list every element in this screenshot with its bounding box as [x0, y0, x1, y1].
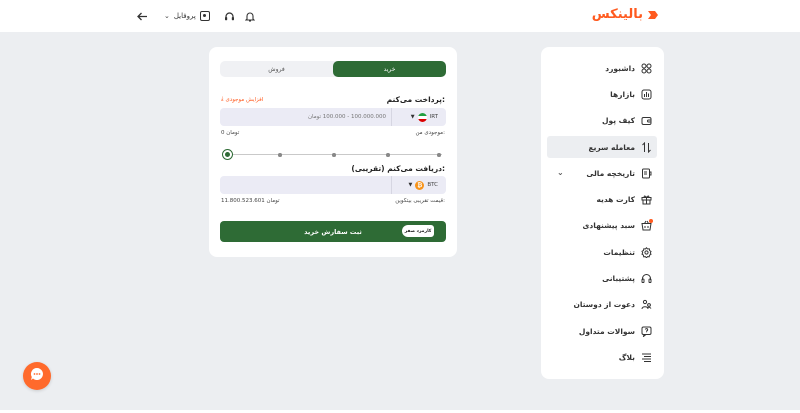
pay-currency-select[interactable]: ▼ IRT — [391, 108, 446, 126]
approx-price-label: قیمت تقریبی بیتکوین: — [395, 198, 445, 204]
top-actions: ⌄ پروفایل — [134, 8, 258, 24]
back-arrow-icon[interactable] — [134, 8, 150, 24]
sidebar-item-label: پشتیبانی — [602, 273, 635, 283]
settings-icon — [641, 246, 652, 258]
sidebar-item-quick-trade[interactable]: معامله سریع — [547, 136, 657, 158]
chat-icon — [29, 366, 45, 386]
headset-icon — [641, 273, 652, 284]
sidebar-item-settings[interactable]: تنظیمات — [547, 241, 657, 263]
sidebar-item-label: معامله سریع — [588, 142, 635, 152]
sidebar-item-wallet[interactable]: کیف پول — [547, 109, 657, 131]
headset-icon[interactable] — [222, 8, 238, 24]
trade-tabs: فروش خرید — [220, 61, 446, 77]
tab-sell[interactable]: فروش — [220, 61, 333, 77]
profile-label: پروفایل — [173, 12, 196, 20]
sidebar-item-suggested-basket[interactable]: سبد پیشنهادی — [547, 214, 657, 236]
profile-icon — [199, 11, 210, 21]
pay-amount-field: ▼ IRT — [220, 108, 446, 126]
caret-down-icon: ▼ — [408, 182, 413, 188]
bitcoin-icon: ₿ — [415, 180, 425, 190]
my-balance-label: موجودی من: — [415, 130, 445, 136]
zero-fee-badge: کارمزد صفر — [402, 225, 434, 237]
history-icon — [641, 168, 652, 179]
sidebar-item-label: بلاگ — [618, 352, 635, 362]
blog-icon — [641, 352, 652, 363]
receive-currency-select[interactable]: ▼ ₿ BTC — [391, 176, 446, 194]
sidebar-item-label: کیف پول — [602, 115, 635, 125]
sidebar-item-invite-friends[interactable]: دعوت از دوستان — [547, 293, 657, 315]
sidebar-item-label: تاریخچه مالی — [586, 168, 635, 178]
slider-knob[interactable] — [222, 149, 233, 160]
receive-label: دریافت می‌کنم (تقریبی): — [351, 164, 445, 173]
sidebar-item-support[interactable]: پشتیبانی — [547, 267, 657, 289]
slider-step[interactable] — [332, 153, 336, 157]
dashboard-icon — [641, 63, 652, 74]
quick-trade-card: فروش خرید پرداخت می‌کنم: ⤓ افزایش موجودی… — [209, 47, 457, 257]
sidebar-item-label: سوالات متداول — [578, 326, 635, 336]
chevron-down-icon: ⌄ — [164, 12, 170, 20]
top-bar: بالینکس ⌄ پروفایل — [0, 0, 800, 32]
pay-amount-input[interactable] — [226, 108, 386, 126]
my-balance-value: 0 تومان — [221, 130, 240, 136]
sidebar: داشبورد بازارها کیف پول معامله سریع ⌄ تا… — [541, 47, 664, 379]
sidebar-item-markets[interactable]: بازارها — [547, 83, 657, 105]
sidebar-item-gift-card[interactable]: کارت هدیه — [547, 188, 657, 210]
slider-step[interactable] — [437, 153, 441, 157]
sidebar-item-financial-history[interactable]: ⌄ تاریخچه مالی — [547, 162, 657, 184]
swap-icon — [641, 141, 652, 153]
sidebar-item-label: داشبورد — [605, 63, 635, 73]
markets-icon — [641, 89, 652, 100]
receive-amount-input[interactable] — [226, 176, 386, 194]
sidebar-item-faq[interactable]: سوالات متداول — [547, 320, 657, 342]
sidebar-item-blog[interactable]: بلاگ — [547, 346, 657, 368]
receive-amount-field: ▼ ₿ BTC — [220, 176, 446, 194]
increase-balance-text: افزایش موجودی — [225, 96, 264, 103]
invite-icon — [641, 299, 652, 310]
gift-icon — [641, 194, 652, 205]
slider-step[interactable] — [386, 153, 390, 157]
sidebar-item-label: بازارها — [610, 89, 635, 99]
iran-flag-icon — [417, 112, 427, 122]
pay-label: پرداخت می‌کنم: — [386, 95, 445, 104]
profile-menu[interactable]: ⌄ پروفایل — [164, 11, 210, 21]
logo-mark-icon — [646, 8, 662, 22]
sidebar-item-label: کارت هدیه — [596, 194, 635, 204]
logo-text: بالینکس — [591, 7, 643, 22]
notification-dot — [649, 218, 653, 223]
download-icon: ⤓ — [221, 96, 224, 102]
approx-price-value: 11.800.523.601 تومان — [221, 198, 280, 204]
slider-step[interactable] — [278, 153, 282, 157]
bell-icon[interactable] — [242, 8, 258, 24]
receive-currency-code: BTC — [427, 182, 438, 188]
sidebar-item-label: دعوت از دوستان — [573, 299, 636, 309]
caret-down-icon: ▼ — [410, 114, 415, 120]
increase-balance-link[interactable]: ⤓ افزایش موجودی — [221, 96, 263, 103]
chevron-down-icon[interactable]: ⌄ — [557, 168, 564, 177]
sidebar-item-label: سبد پیشنهادی — [582, 220, 635, 230]
pay-currency-code: IRT — [429, 114, 438, 120]
amount-slider[interactable] — [222, 149, 442, 160]
sidebar-item-dashboard[interactable]: داشبورد — [547, 57, 657, 79]
logo[interactable]: بالینکس — [592, 7, 662, 22]
basket-icon — [641, 218, 653, 231]
chat-support-button[interactable] — [23, 362, 51, 390]
wallet-icon — [641, 115, 652, 126]
sidebar-item-label: تنظیمات — [603, 247, 635, 257]
faq-icon — [641, 326, 652, 337]
tab-buy[interactable]: خرید — [333, 61, 446, 77]
